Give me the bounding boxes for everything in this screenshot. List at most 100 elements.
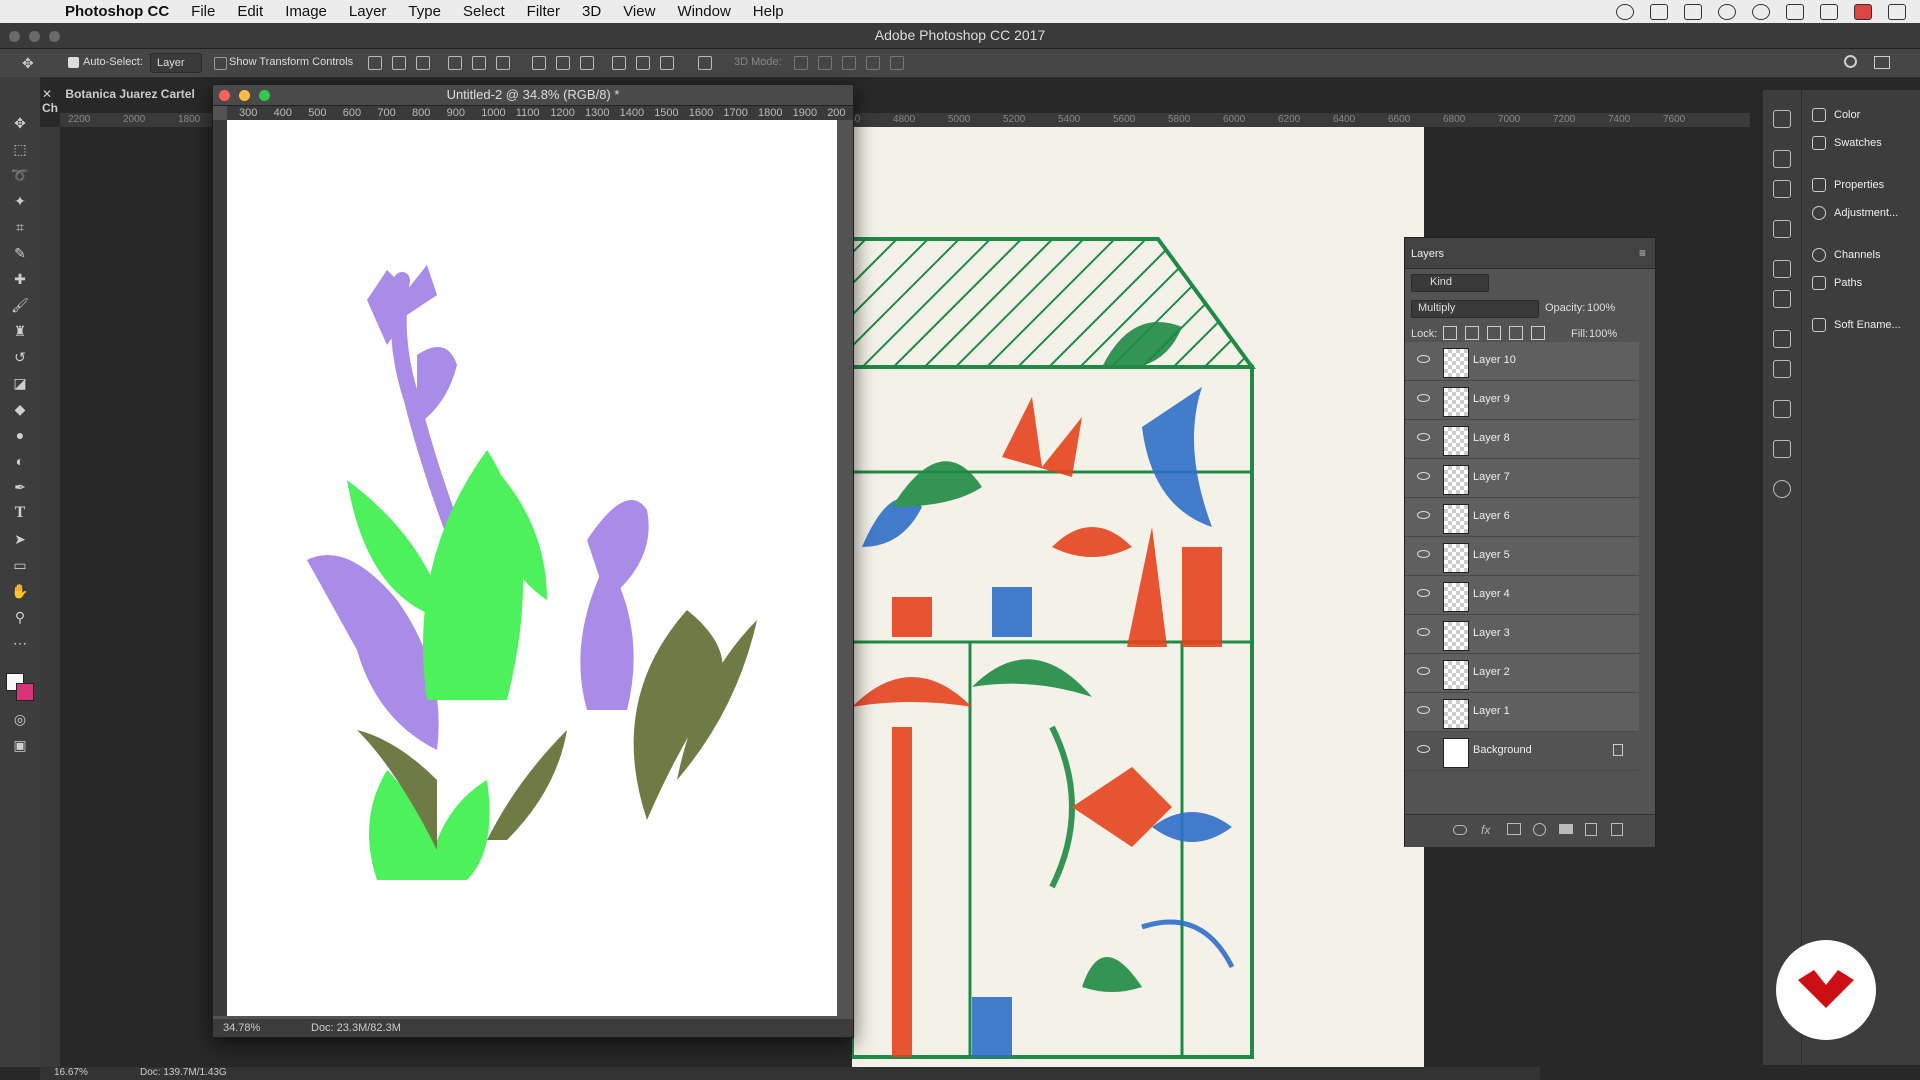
group-folder-icon[interactable] xyxy=(1559,824,1573,834)
stamp-tool-icon[interactable]: ♜ xyxy=(10,321,30,341)
3d-scale-icon[interactable] xyxy=(890,56,904,70)
panel-menu-icon[interactable]: ≡ xyxy=(1639,246,1646,260)
paint-bucket-icon[interactable]: ◆ xyxy=(10,399,30,419)
brush-presets-icon[interactable] xyxy=(1773,260,1791,278)
tool-presets-icon[interactable] xyxy=(1773,290,1791,308)
dock-channels[interactable]: Channels xyxy=(1812,245,1880,265)
lock-pixels-icon[interactable] xyxy=(1465,326,1479,340)
menu-help[interactable]: Help xyxy=(742,3,795,20)
eyedropper-icon[interactable]: ✎ xyxy=(10,243,30,263)
menu-3d[interactable]: 3D xyxy=(571,3,612,20)
zoom-tool-icon[interactable]: ⚲ xyxy=(10,607,30,627)
show-transform-checkbox[interactable] xyxy=(214,57,227,70)
align-right-icon[interactable] xyxy=(496,56,510,70)
menu-window[interactable]: Window xyxy=(666,3,741,20)
floating-zoom-level[interactable]: 34.78% xyxy=(223,1019,260,1037)
align-bottom-icon[interactable] xyxy=(416,56,430,70)
crop-tool-icon[interactable]: ⌗ xyxy=(10,217,30,237)
paragraph-icon[interactable] xyxy=(1773,360,1791,378)
menu-image[interactable]: Image xyxy=(274,3,338,20)
close-window-icon[interactable] xyxy=(9,31,20,42)
distribute-bottom-icon[interactable] xyxy=(580,56,594,70)
trash-icon[interactable] xyxy=(1611,823,1623,836)
eye-icon[interactable] xyxy=(1417,667,1430,675)
align-top-icon[interactable] xyxy=(368,56,382,70)
menu-type[interactable]: Type xyxy=(397,3,452,20)
brush-tool-icon[interactable]: 🖌 xyxy=(10,295,30,315)
fill-value[interactable]: 100% xyxy=(1589,328,1617,340)
menu-layer[interactable]: Layer xyxy=(338,3,398,20)
history-icon[interactable] xyxy=(1773,110,1791,128)
menu-select[interactable]: Select xyxy=(452,3,516,20)
menu-edit[interactable]: Edit xyxy=(226,3,274,20)
zoom-doc-icon[interactable] xyxy=(259,90,270,101)
window-icon[interactable] xyxy=(1650,3,1668,20)
align-vcenter-icon[interactable] xyxy=(392,56,406,70)
ruler-icon[interactable] xyxy=(1773,180,1791,198)
move-tool-icon[interactable]: ✥ xyxy=(10,113,30,133)
menu-view[interactable]: View xyxy=(612,3,666,20)
layer-row[interactable]: Layer 10 xyxy=(1405,342,1639,381)
history-brush-icon[interactable]: ↺ xyxy=(10,347,30,367)
menu-filter[interactable]: Filter xyxy=(516,3,571,20)
eye-icon[interactable] xyxy=(1417,628,1430,636)
wifi-icon[interactable] xyxy=(1820,3,1838,20)
distribute-vcenter-icon[interactable] xyxy=(556,56,570,70)
floating-window-titlebar[interactable]: Untitled-2 @ 34.8% (RGB/8) * xyxy=(213,85,853,106)
eye-icon[interactable] xyxy=(1417,394,1430,402)
marquee-tool-icon[interactable]: ⬚ xyxy=(10,139,30,159)
flag-icon[interactable] xyxy=(1854,3,1872,20)
bluetooth-icon[interactable] xyxy=(1786,3,1804,20)
auto-select-checkbox[interactable] xyxy=(68,57,79,68)
dock-swatches[interactable]: Swatches xyxy=(1812,133,1882,153)
background-color-swatch[interactable] xyxy=(16,683,34,701)
align-hcenter-icon[interactable] xyxy=(472,56,486,70)
dodge-tool-icon[interactable]: ◐ xyxy=(10,451,30,471)
close-doc-icon[interactable] xyxy=(219,90,230,101)
lock-position-icon[interactable] xyxy=(1487,326,1501,340)
layer-row[interactable]: Layer 7 xyxy=(1405,459,1639,498)
lock-all-icon[interactable] xyxy=(1531,326,1545,340)
airplay-icon[interactable] xyxy=(1888,3,1906,20)
eye-icon[interactable] xyxy=(1417,433,1430,441)
layer-row[interactable]: Layer 1 xyxy=(1405,693,1639,732)
filter-kind-dropdown[interactable]: Kind xyxy=(1411,274,1489,292)
dropbox-icon[interactable] xyxy=(1684,3,1702,20)
close-tab-icon[interactable]: ✕ xyxy=(42,87,52,101)
clone-source-icon[interactable] xyxy=(1773,220,1791,238)
layer-row[interactable]: Layer 9 xyxy=(1405,381,1639,420)
dock-soft-enamel[interactable]: Soft Ename... xyxy=(1812,315,1901,335)
hand-tool-icon[interactable]: ✋ xyxy=(10,581,30,601)
eye-icon[interactable] xyxy=(1417,745,1430,753)
screen-mode-icon[interactable]: ▣ xyxy=(10,735,30,755)
eye-icon[interactable] xyxy=(1417,589,1430,597)
document-tab[interactable]: ✕ Botanica Juarez Cartel Ch xyxy=(42,87,212,115)
auto-align-icon[interactable] xyxy=(698,56,712,70)
distribute-hcenter-icon[interactable] xyxy=(636,56,650,70)
3d-pan-icon[interactable] xyxy=(842,56,856,70)
search-icon[interactable] xyxy=(1844,55,1857,68)
main-zoom-level[interactable]: 16.67% xyxy=(54,1067,88,1078)
move-tool-preset-icon[interactable]: ✥ xyxy=(22,55,38,71)
layer-row[interactable]: Layer 8 xyxy=(1405,420,1639,459)
3d-slide-icon[interactable] xyxy=(866,56,880,70)
rectangle-tool-icon[interactable]: ▭ xyxy=(10,555,30,575)
align-left-icon[interactable] xyxy=(448,56,462,70)
more-tools-icon[interactable]: ⋯ xyxy=(10,633,30,653)
layers-tab[interactable]: Layers xyxy=(1411,248,1444,260)
pen-tool-icon[interactable]: ✒ xyxy=(10,477,30,497)
maximize-window-icon[interactable] xyxy=(49,31,60,42)
eye-icon[interactable] xyxy=(1417,550,1430,558)
3d-roll-icon[interactable] xyxy=(818,56,832,70)
menu-file[interactable]: File xyxy=(180,3,226,20)
minimize-doc-icon[interactable] xyxy=(239,90,250,101)
lasso-tool-icon[interactable]: ➰ xyxy=(10,165,30,185)
distribute-left-icon[interactable] xyxy=(612,56,626,70)
link-layers-icon[interactable] xyxy=(1453,825,1467,835)
lock-artboard-icon[interactable] xyxy=(1509,326,1523,340)
menu-app-name[interactable]: Photoshop CC xyxy=(54,3,180,20)
blur-tool-icon[interactable]: ● xyxy=(10,425,30,445)
layer-row[interactable]: Layer 5 xyxy=(1405,537,1639,576)
distribute-top-icon[interactable] xyxy=(532,56,546,70)
glyphs-icon[interactable] xyxy=(1773,400,1791,418)
